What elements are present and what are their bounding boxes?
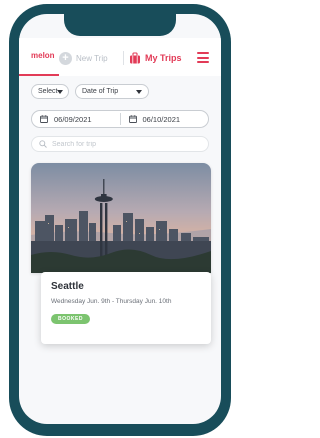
hamburger-icon[interactable]: [197, 52, 209, 63]
chevron-down-icon: [136, 89, 142, 94]
search-icon: [39, 140, 47, 148]
end-date-field[interactable]: 06/10/2021: [121, 111, 209, 127]
trip-date-range: Wednesday Jun. 9th - Thursday Jun. 10th: [51, 298, 172, 305]
filter-row: Select Date of Trip: [31, 84, 149, 99]
nav-my-trips-label: My Trips: [145, 53, 182, 63]
app-header: melon + New Trip My Trips: [19, 38, 221, 76]
seattle-skyline-photo: [31, 163, 211, 273]
trip-card[interactable]: Seattle Wednesday Jun. 9th - Thursday Ju…: [41, 272, 211, 344]
nav-new-trip[interactable]: + New Trip: [59, 47, 108, 69]
select-dropdown[interactable]: Select: [31, 84, 69, 99]
phone-frame: melon + New Trip My Trips Select Date of…: [9, 4, 231, 436]
date-of-trip-dropdown[interactable]: Date of Trip: [75, 84, 149, 99]
calendar-icon: [40, 115, 48, 123]
start-date-field[interactable]: 06/09/2021: [32, 111, 120, 127]
chevron-down-icon: [57, 89, 64, 94]
app-screen: melon + New Trip My Trips Select Date of…: [19, 14, 221, 424]
active-tab-indicator: [19, 74, 59, 76]
nav-new-trip-label: New Trip: [76, 53, 108, 63]
status-badge: BOOKED: [51, 314, 90, 324]
trip-card-image[interactable]: [31, 163, 211, 273]
nav-divider: [123, 51, 124, 65]
phone-notch: [64, 14, 176, 36]
end-date-value: 06/10/2021: [142, 114, 181, 124]
brand-logo[interactable]: melon: [31, 51, 55, 60]
search-bar[interactable]: [31, 136, 209, 152]
search-input[interactable]: [52, 140, 202, 148]
nav-my-trips[interactable]: My Trips: [129, 47, 182, 69]
date-range-field: 06/09/2021 06/10/2021: [31, 110, 209, 128]
plus-circle-icon: +: [59, 51, 72, 65]
luggage-icon: [130, 52, 140, 64]
start-date-value: 06/09/2021: [54, 114, 92, 124]
select-dropdown-label: Select: [38, 88, 58, 95]
trip-city-name: Seattle: [51, 281, 84, 292]
calendar-icon: [128, 115, 137, 123]
date-of-trip-label: Date of Trip: [82, 88, 119, 95]
